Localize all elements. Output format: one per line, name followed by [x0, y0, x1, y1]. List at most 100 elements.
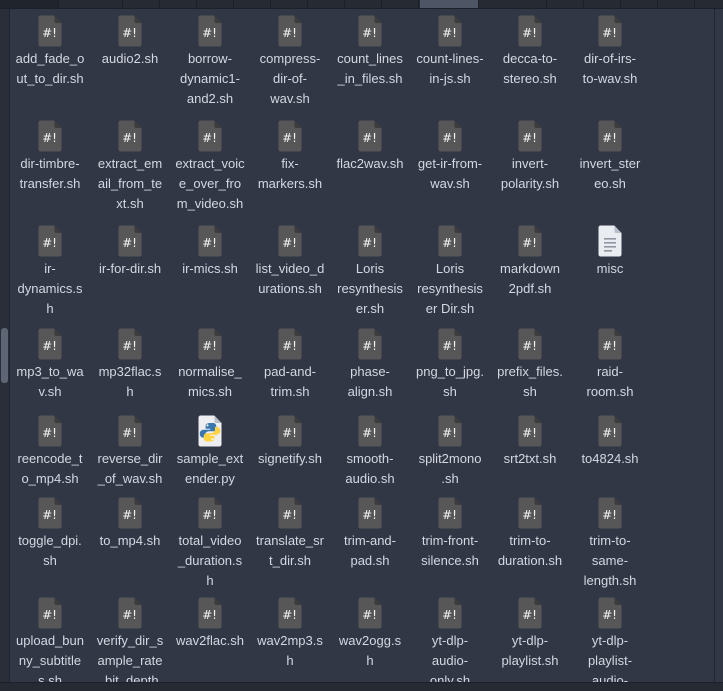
shell-script-icon: #!	[194, 225, 226, 257]
file-item[interactable]: #! compress- dir-of- wav.sh	[250, 15, 330, 120]
file-item[interactable]: #! audio2.sh	[90, 15, 170, 120]
file-item[interactable]: #! Loris resynthesis er Dir.sh	[410, 225, 490, 328]
svg-text:#!: #!	[42, 339, 57, 353]
svg-text:#!: #!	[282, 236, 297, 250]
shell-script-icon: #!	[34, 415, 66, 447]
file-item[interactable]: #! smooth- audio.sh	[330, 415, 410, 497]
file-item[interactable]: #! fix- markers.sh	[250, 120, 330, 225]
file-item[interactable]: #! ir- dynamics.s h	[10, 225, 90, 328]
file-item[interactable]: #! dir-of-irs- to-wav.sh	[570, 15, 650, 120]
toolbar-segment-separator	[657, 0, 658, 8]
file-item[interactable]: #! list_video_d urations.sh	[250, 225, 330, 328]
file-grid-row: #! ir- dynamics.s h #! ir-for-dir.sh #! ir-mi…	[10, 225, 713, 328]
file-item[interactable]: #! wav2ogg.s h	[330, 597, 410, 682]
shell-script-icon: #!	[514, 597, 546, 629]
pathbar-active-segment-edge[interactable]	[420, 0, 478, 8]
file-item[interactable]: sample_ext ender.py	[170, 415, 250, 497]
vertical-scrollbar[interactable]	[0, 9, 10, 682]
svg-text:#!: #!	[282, 608, 297, 622]
file-item[interactable]: #! upload_bun ny_subtitle s.sh	[10, 597, 90, 682]
svg-text:#!: #!	[602, 131, 617, 145]
scrollbar-thumb[interactable]	[1, 328, 8, 383]
file-name-label: trim-front- silence.sh	[421, 533, 479, 568]
file-name-label: mp3_to_wa v.sh	[16, 364, 84, 399]
file-item[interactable]: #! Loris resynthesis er.sh	[330, 225, 410, 328]
file-item[interactable]: #! get-ir-from- wav.sh	[410, 120, 490, 225]
file-item[interactable]: #! count_lines _in_files.sh	[330, 15, 410, 120]
file-item[interactable]: #! dir-timbre- transfer.sh	[10, 120, 90, 225]
svg-text:#!: #!	[42, 608, 57, 622]
svg-text:#!: #!	[122, 131, 137, 145]
file-name-label: yt-dlp- playlist.sh	[501, 633, 559, 668]
svg-text:#!: #!	[122, 26, 137, 40]
file-item[interactable]: #! wav2flac.sh	[170, 597, 250, 682]
file-item[interactable]: #! to4824.sh	[570, 415, 650, 497]
shell-script-icon: #!	[434, 328, 466, 360]
file-item[interactable]: #! phase- align.sh	[330, 328, 410, 415]
file-item[interactable]: #! yt-dlp- playlist- audio-	[570, 597, 650, 682]
file-item[interactable]: #! wav2mp3.s h	[250, 597, 330, 682]
file-item[interactable]: #! split2mono .sh	[410, 415, 490, 497]
file-item[interactable]: #! reverse_dir _of_wav.sh	[90, 415, 170, 497]
file-name-label: audio2.sh	[101, 51, 159, 66]
file-item[interactable]: #! invert- polarity.sh	[490, 120, 570, 225]
file-item[interactable]: #! raid- room.sh	[570, 328, 650, 415]
shell-script-icon: #!	[354, 497, 386, 529]
file-item[interactable]: #! extract_voic e_over_fro m_video.sh	[170, 120, 250, 225]
file-name-label: phase- align.sh	[347, 364, 393, 399]
file-item[interactable]: #! mp3_to_wa v.sh	[10, 328, 90, 415]
shell-script-icon: #!	[274, 225, 306, 257]
file-item[interactable]: #! count-lines- in-js.sh	[410, 15, 490, 120]
file-item[interactable]: #! invert_ster eo.sh	[570, 120, 650, 225]
file-item[interactable]: #! png_to_jpg. sh	[410, 328, 490, 415]
file-name-label: compress- dir-of- wav.sh	[259, 51, 321, 106]
shell-script-icon: #!	[594, 497, 626, 529]
file-item[interactable]: #! mp32flac.s h	[90, 328, 170, 415]
file-name-label: markdown 2pdf.sh	[500, 261, 560, 296]
file-name-label: yt-dlp- audio- only.sh	[429, 633, 471, 682]
file-item[interactable]: #! translate_sr t_dir.sh	[250, 497, 330, 597]
file-item[interactable]: #! toggle_dpi. sh	[10, 497, 90, 597]
file-item[interactable]: #! yt-dlp- audio- only.sh	[410, 597, 490, 682]
shell-script-icon: #!	[34, 120, 66, 152]
file-name-label: reverse_dir _of_wav.sh	[97, 451, 163, 486]
file-name-label: to4824.sh	[581, 451, 639, 466]
file-name-label: pad-and- trim.sh	[263, 364, 317, 399]
file-item[interactable]: #! normalise_ mics.sh	[170, 328, 250, 415]
file-item[interactable]: #! trim-to- same- length.sh	[570, 497, 650, 597]
file-item[interactable]: #! prefix_files. sh	[490, 328, 570, 415]
file-name-label: Loris resynthesis er Dir.sh	[417, 261, 483, 316]
file-item[interactable]: #! verify_dir_s ample_rate _bit_depth.	[90, 597, 170, 682]
file-item[interactable]: #! decca-to- stereo.sh	[490, 15, 570, 120]
shell-script-icon: #!	[354, 597, 386, 629]
svg-text:#!: #!	[442, 26, 457, 40]
file-item[interactable]: #! trim-and- pad.sh	[330, 497, 410, 597]
file-name-label: smooth- audio.sh	[345, 451, 395, 486]
file-item[interactable]: #! trim-to- duration.sh	[490, 497, 570, 597]
file-grid-row: #! add_fade_o ut_to_dir.sh #! audio2.sh #! bo…	[10, 15, 713, 120]
file-name-label: extract_voic e_over_fro m_video.sh	[175, 156, 245, 211]
file-item[interactable]: #! signetify.sh	[250, 415, 330, 497]
svg-text:#!: #!	[522, 236, 537, 250]
file-item[interactable]: #! flac2wav.sh	[330, 120, 410, 225]
file-name-label: srt2txt.sh	[503, 451, 557, 466]
file-item[interactable]: #! srt2txt.sh	[490, 415, 570, 497]
shell-script-icon: #!	[274, 415, 306, 447]
file-name-label: sample_ext ender.py	[176, 451, 244, 486]
shell-script-icon: #!	[114, 225, 146, 257]
file-item[interactable]: #! ir-mics.sh	[170, 225, 250, 328]
file-item[interactable]: #! extract_em ail_from_te xt.sh	[90, 120, 170, 225]
file-name-label: dir-timbre- transfer.sh	[19, 156, 81, 191]
file-item[interactable]: #! markdown 2pdf.sh	[490, 225, 570, 328]
file-item[interactable]: #! borrow- dynamic1- and2.sh	[170, 15, 250, 120]
file-item[interactable]: #! pad-and- trim.sh	[250, 328, 330, 415]
file-item[interactable]: #! reencode_t o_mp4.sh	[10, 415, 90, 497]
file-name-label: prefix_files. sh	[497, 364, 563, 399]
file-item[interactable]: #! trim-front- silence.sh	[410, 497, 490, 597]
file-item[interactable]: #! ir-for-dir.sh	[90, 225, 170, 328]
file-item[interactable]: #! total_video _duration.s h	[170, 497, 250, 597]
file-item[interactable]: #! add_fade_o ut_to_dir.sh	[10, 15, 90, 120]
file-item[interactable]: #! yt-dlp- playlist.sh	[490, 597, 570, 682]
file-item[interactable]: misc	[570, 225, 650, 328]
file-item[interactable]: #! to_mp4.sh	[90, 497, 170, 597]
